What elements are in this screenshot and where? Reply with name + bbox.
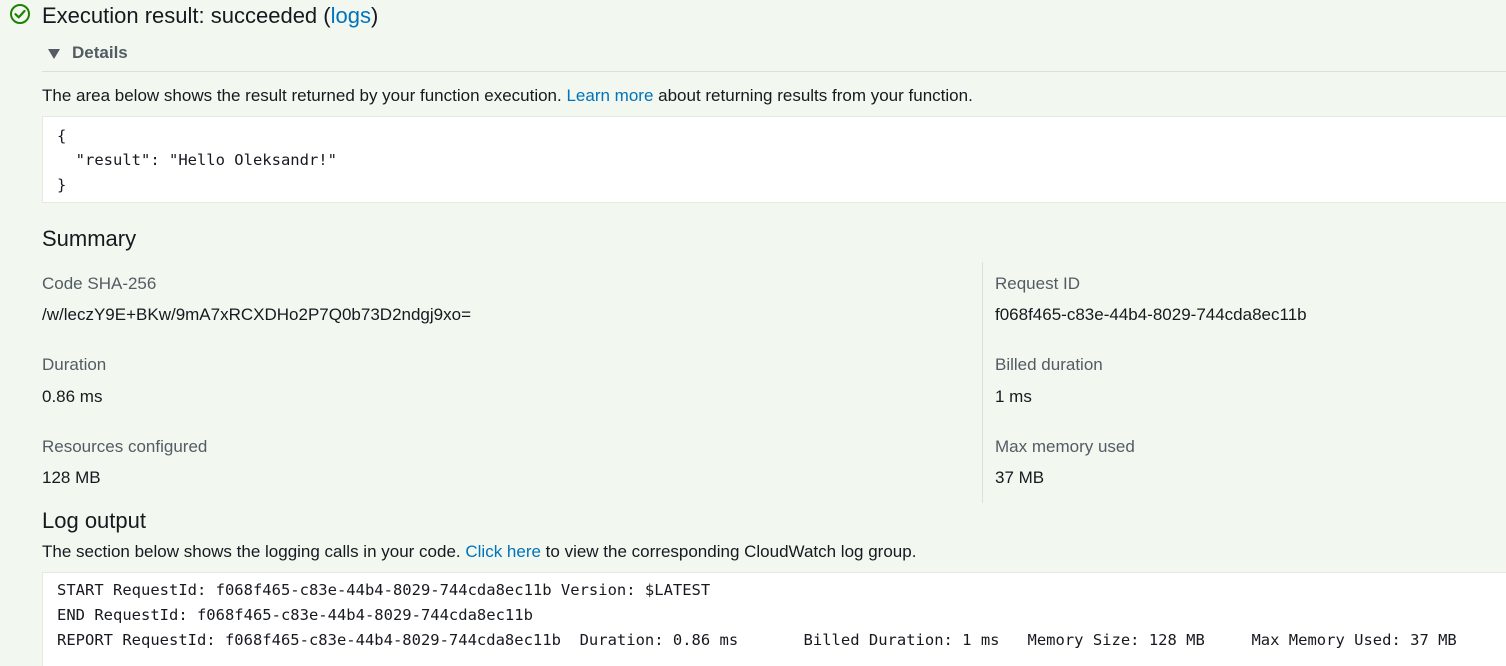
code-sha-label: Code SHA-256 [42,274,157,293]
log-output-description: The section below shows the logging call… [42,542,916,562]
log-line: END RequestId: f068f465-c83e-44b4-8029-7… [57,606,533,624]
result-code-box[interactable]: { "result": "Hello Oleksandr!" } [42,116,1506,203]
code-line: } [57,176,67,194]
billed-duration-label: Billed duration [995,355,1103,374]
details-divider [42,71,1506,72]
result-desc-prefix: The area below shows the result returned… [42,86,567,105]
learn-more-link[interactable]: Learn more [566,86,653,105]
billed-duration-value: 1 ms [995,387,1032,406]
log-line: REPORT RequestId: f068f465-c83e-44b4-802… [57,631,1457,649]
log-line: START RequestId: f068f465-c83e-44b4-8029… [57,581,711,599]
summary-heading: Summary [42,226,137,251]
duration-label: Duration [42,355,107,374]
duration-value: 0.86 ms [42,387,103,406]
code-sha-value: /w/leczY9E+BKw/9mA7xRCXDHo2P7Q0b73D2ndgj… [42,305,472,324]
log-output-box[interactable]: START RequestId: f068f465-c83e-44b4-8029… [42,572,1506,666]
execution-result-title: Execution result: succeeded (logs) [42,3,378,29]
logs-link[interactable]: logs [331,3,371,28]
title-prefix: Execution result: succeeded ( [42,3,331,28]
resources-configured-label: Resources configured [42,437,208,456]
result-desc-suffix: about returning results from your functi… [653,86,973,105]
caret-down-icon [48,48,60,59]
log-desc-suffix: to view the corresponding CloudWatch log… [540,542,917,561]
max-memory-value: 37 MB [995,468,1045,487]
request-id-label: Request ID [995,274,1081,293]
resources-configured-value: 128 MB [42,468,101,487]
execution-result-header: Execution result: succeeded (logs) [8,0,378,32]
details-label: Details [72,43,128,62]
result-description: The area below shows the result returned… [42,86,973,106]
check-circle-icon [8,2,32,26]
request-id-value: f068f465-c83e-44b4-8029-744cda8ec11b [995,305,1307,324]
log-output-heading: Log output [42,508,146,533]
code-line: "result": "Hello Oleksandr!" [57,151,337,169]
code-line: { [57,127,67,145]
summary-column-divider [982,262,983,503]
click-here-link[interactable]: Click here [465,542,541,561]
details-toggle[interactable]: Details [48,42,128,64]
log-desc-prefix: The section below shows the logging call… [42,542,466,561]
title-suffix: ) [370,3,379,28]
max-memory-label: Max memory used [995,437,1135,456]
